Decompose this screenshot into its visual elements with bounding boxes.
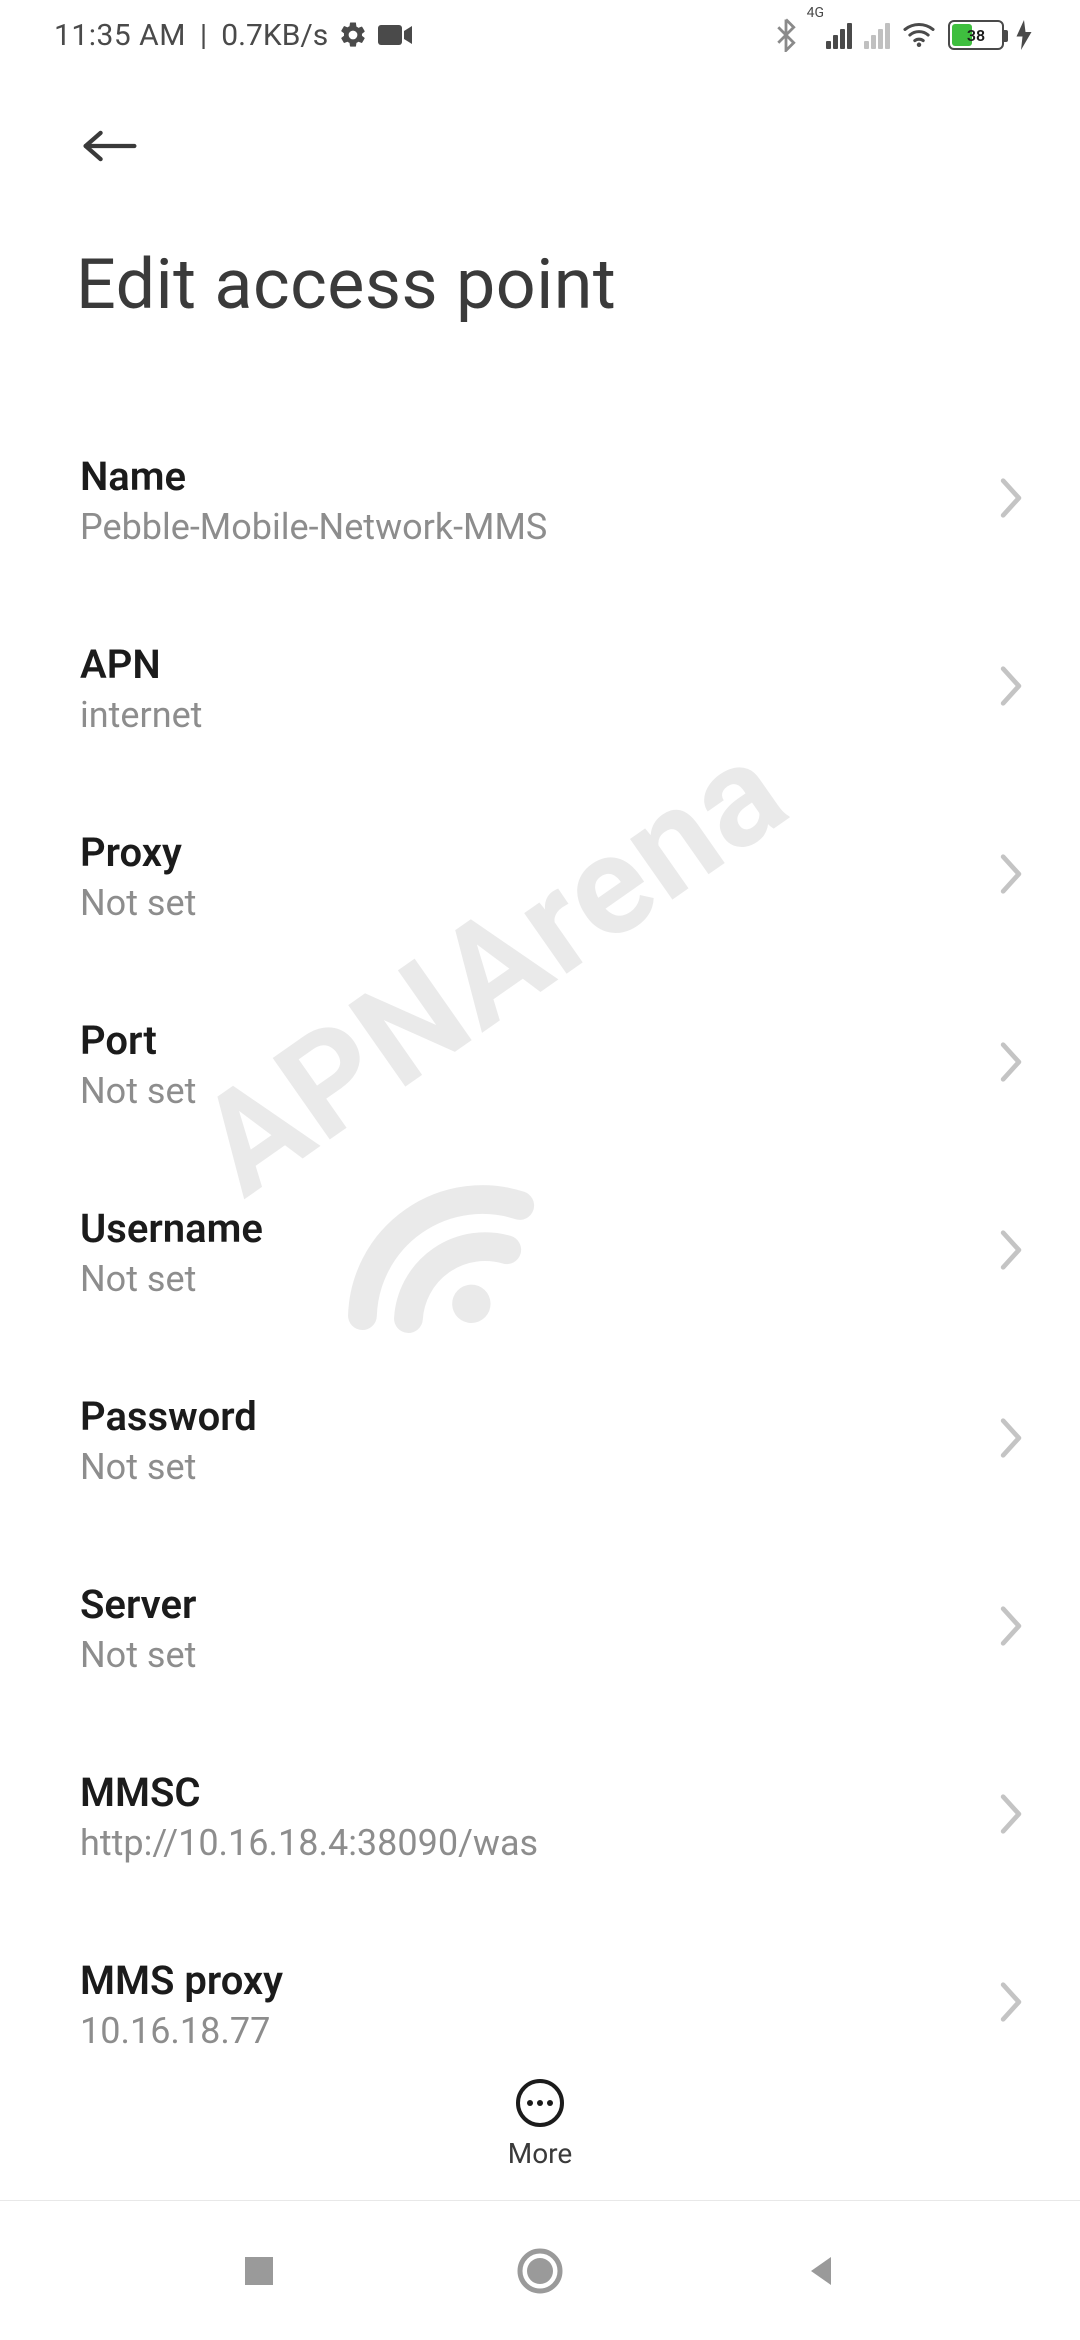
bluetooth-icon (775, 18, 797, 52)
nav-home-button[interactable] (516, 2247, 564, 2295)
triangle-left-icon (801, 2251, 841, 2291)
signal-bars-sim1-icon (826, 21, 852, 49)
android-nav-bar (0, 2200, 1080, 2340)
arrow-left-icon (80, 126, 140, 166)
setting-value: http://10.16.18.4:38090/was (80, 1822, 538, 1864)
setting-label: MMSC (80, 1769, 538, 1816)
setting-value: Not set (80, 882, 196, 924)
status-time: 11:35 AM (54, 18, 186, 53)
setting-row-name[interactable]: Name Pebble-Mobile-Network-MMS (0, 436, 1080, 564)
camera-icon (378, 23, 412, 47)
chevron-right-icon (998, 1980, 1024, 2028)
back-button[interactable] (80, 116, 140, 176)
circle-icon (516, 2247, 564, 2295)
gear-icon (338, 20, 368, 50)
setting-row-password[interactable]: Password Not set (0, 1376, 1080, 1504)
more-button[interactable]: More (0, 2049, 1080, 2170)
setting-label: Server (80, 1581, 196, 1628)
more-label: More (508, 2137, 573, 2170)
setting-value: Not set (80, 1258, 263, 1300)
setting-value: Pebble-Mobile-Network-MMS (80, 506, 547, 548)
status-separator: | (200, 18, 207, 53)
battery-icon: 38 (948, 20, 1004, 50)
chevron-right-icon (998, 1416, 1024, 1464)
setting-row-username[interactable]: Username Not set (0, 1188, 1080, 1316)
setting-label: Name (80, 453, 547, 500)
setting-label: Password (80, 1393, 257, 1440)
nav-recents-button[interactable] (239, 2251, 279, 2291)
setting-label: Port (80, 1017, 196, 1064)
setting-row-mmsc[interactable]: MMSC http://10.16.18.4:38090/was (0, 1752, 1080, 1880)
status-bar: 11:35 AM | 0.7KB/s 4G 38 (0, 0, 1080, 70)
setting-label: Proxy (80, 829, 196, 876)
signal-bars-sim2-icon (864, 21, 890, 49)
setting-row-apn[interactable]: APN internet (0, 624, 1080, 752)
chevron-right-icon (998, 664, 1024, 712)
status-right: 4G 38 (775, 18, 1032, 52)
setting-value: Not set (80, 1446, 257, 1488)
setting-label: Username (80, 1205, 263, 1252)
settings-list: Name Pebble-Mobile-Network-MMS APN inter… (0, 326, 1080, 2068)
setting-value: internet (80, 694, 202, 736)
setting-label: APN (80, 641, 202, 688)
setting-label: MMS proxy (80, 1957, 283, 2004)
chevron-right-icon (998, 852, 1024, 900)
square-icon (239, 2251, 279, 2291)
chevron-right-icon (998, 1228, 1024, 1276)
network-type-label: 4G (807, 5, 824, 21)
nav-back-button[interactable] (801, 2251, 841, 2291)
setting-row-server[interactable]: Server Not set (0, 1564, 1080, 1692)
chevron-right-icon (998, 476, 1024, 524)
status-net-rate: 0.7KB/s (221, 18, 328, 53)
wifi-icon (902, 21, 936, 49)
setting-value: 10.16.18.77 (80, 2010, 283, 2052)
battery-percent: 38 (950, 26, 1002, 45)
more-icon (516, 2079, 564, 2127)
chevron-right-icon (998, 1792, 1024, 1840)
chevron-right-icon (998, 1604, 1024, 1652)
page-title: Edit access point (0, 176, 1080, 326)
setting-value: Not set (80, 1070, 196, 1112)
setting-value: Not set (80, 1634, 196, 1676)
header-row (0, 70, 1080, 176)
charging-icon (1016, 20, 1032, 50)
setting-row-proxy[interactable]: Proxy Not set (0, 812, 1080, 940)
setting-row-port[interactable]: Port Not set (0, 1000, 1080, 1128)
chevron-right-icon (998, 1040, 1024, 1088)
status-left: 11:35 AM | 0.7KB/s (54, 18, 412, 53)
